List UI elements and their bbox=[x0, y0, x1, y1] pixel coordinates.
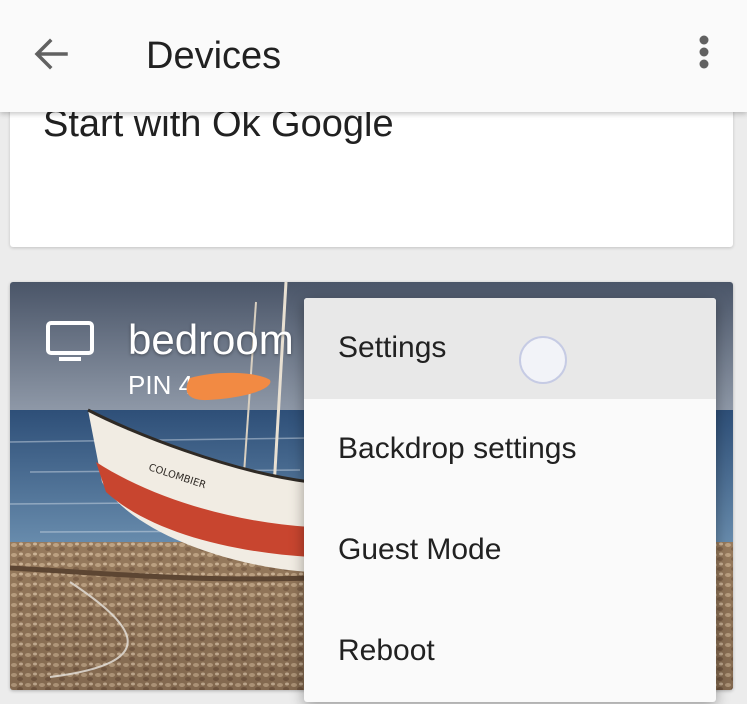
menu-item-label: Guest Mode bbox=[338, 533, 502, 566]
pin-redaction bbox=[186, 372, 271, 401]
touch-ripple bbox=[519, 336, 567, 384]
menu-item-reboot[interactable]: Reboot bbox=[304, 601, 716, 702]
tv-icon bbox=[46, 321, 94, 361]
page-title: Devices bbox=[146, 35, 282, 77]
overflow-menu: Settings Backdrop settings Guest Mode Re… bbox=[304, 298, 716, 702]
menu-item-label: Backdrop settings bbox=[338, 432, 577, 465]
menu-item-settings[interactable]: Settings bbox=[304, 298, 716, 399]
menu-item-label: Settings bbox=[338, 331, 447, 364]
menu-item-guest-mode[interactable]: Guest Mode bbox=[304, 500, 716, 601]
app-bar: Devices bbox=[0, 0, 747, 112]
menu-item-label: Reboot bbox=[338, 634, 435, 667]
more-vert-icon[interactable] bbox=[690, 32, 718, 76]
device-name: bedroom bbox=[128, 316, 294, 363]
back-arrow-icon[interactable] bbox=[30, 34, 74, 74]
menu-item-backdrop-settings[interactable]: Backdrop settings bbox=[304, 399, 716, 500]
